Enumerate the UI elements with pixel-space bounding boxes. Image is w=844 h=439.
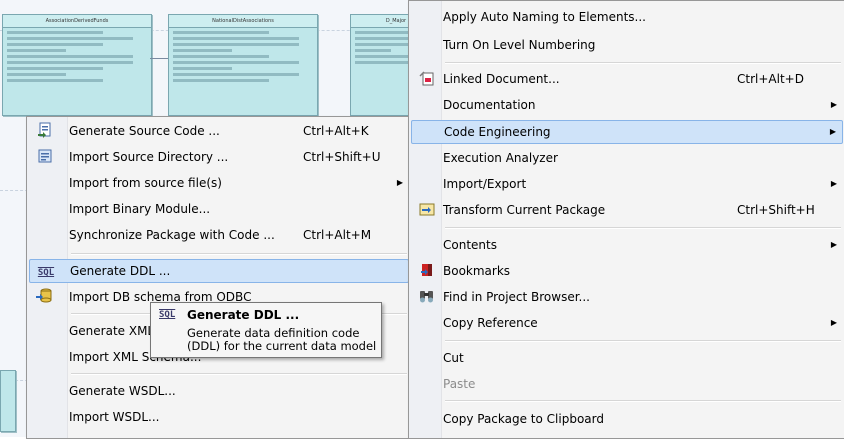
menu-item-label: Documentation	[443, 98, 536, 112]
menu-item-paste: Paste	[411, 372, 843, 396]
submenu-arrow-icon: ▶	[830, 240, 837, 249]
menu-item-label: Import from source file(s)	[69, 176, 222, 190]
menu-item-shortcut: Ctrl+Alt+K	[303, 124, 369, 138]
find-icon	[417, 288, 437, 306]
menu-item-synchronize-package[interactable]: Synchronize Package with Code ... Ctrl+A…	[29, 223, 409, 247]
menu-item-import-from-source-files[interactable]: Import from source file(s) ▶	[29, 171, 409, 195]
submenu-arrow-icon: ▶	[830, 179, 837, 188]
menu-item-documentation[interactable]: Documentation ▶	[411, 93, 843, 117]
menu-item-shortcut: Ctrl+Shift+U	[303, 150, 381, 164]
menu-item-label: Paste	[443, 377, 476, 391]
menu-item-label: Generate DDL ...	[70, 264, 171, 278]
menu-item-contents[interactable]: Contents ▶	[411, 233, 843, 257]
menu-item-label: Execution Analyzer	[443, 151, 558, 165]
generate-code-icon	[35, 122, 55, 140]
menu-item-label: Generate WSDL...	[69, 384, 176, 398]
menu-separator	[445, 62, 841, 64]
tooltip-title: Generate DDL ...	[187, 308, 300, 322]
menu-item-shortcut: Ctrl+Alt+M	[303, 228, 372, 242]
menu-separator	[71, 373, 407, 375]
menu-item-label: Generate XML	[69, 324, 155, 338]
uml-class-title: AssociationDerivedFunds	[3, 15, 151, 28]
tooltip-description: Generate data definition code (DDL) for …	[187, 326, 377, 353]
uml-class[interactable]: AssociationDerivedFunds	[2, 14, 152, 116]
menu-item-shortcut: Ctrl+Shift+H	[737, 203, 815, 217]
menu-item-label: Find in Project Browser...	[443, 290, 590, 304]
menu-item-label: Apply Auto Naming to Elements...	[443, 10, 646, 24]
submenu-arrow-icon: ▶	[829, 127, 836, 136]
menu-item-linked-document[interactable]: Linked Document... Ctrl+Alt+D	[411, 67, 843, 91]
menu-item-copy-reference[interactable]: Copy Reference ▶	[411, 311, 843, 335]
sql-icon: SQL	[37, 268, 55, 278]
menu-item-label: Contents	[443, 238, 497, 252]
menu-item-label: Copy Package to Clipboard	[443, 412, 604, 426]
menu-item-label: Import/Export	[443, 177, 527, 191]
menu-item-label: Generate Source Code ...	[69, 124, 220, 138]
package-context-menu: Apply Auto Naming to Elements... Turn On…	[408, 0, 844, 439]
menu-separator	[445, 340, 841, 342]
menu-item-generate-source-code[interactable]: Generate Source Code ... Ctrl+Alt+K	[29, 119, 409, 143]
uml-class[interactable]: D_Major	[350, 14, 410, 116]
uml-class-title: D_Major	[351, 15, 410, 28]
code-engineering-submenu: Generate Source Code ... Ctrl+Alt+K Impo…	[26, 116, 412, 439]
menu-item-label: Synchronize Package with Code ...	[69, 228, 275, 242]
menu-item-transform-package[interactable]: Transform Current Package Ctrl+Shift+H	[411, 198, 843, 222]
menu-item-code-engineering[interactable]: Code Engineering ▶	[411, 120, 843, 144]
menu-item-bookmarks[interactable]: Bookmarks	[411, 259, 843, 283]
menu-item-label: Transform Current Package	[443, 203, 606, 217]
menu-item-label: Import Binary Module...	[69, 202, 211, 216]
menu-item-apply-auto-naming[interactable]: Apply Auto Naming to Elements...	[411, 5, 843, 29]
menu-separator	[71, 253, 407, 255]
menu-item-label: Bookmarks	[443, 264, 511, 278]
linked-document-icon	[417, 70, 437, 88]
submenu-arrow-icon: ▶	[830, 318, 837, 327]
menu-item-label: Cut	[443, 351, 464, 365]
submenu-arrow-icon: ▶	[396, 178, 403, 187]
diagram-connector	[150, 58, 168, 59]
sql-icon: SQL	[159, 310, 176, 320]
menu-item-shortcut: Ctrl+Alt+D	[737, 72, 804, 86]
menu-separator	[445, 227, 841, 229]
uml-class[interactable]: NationalDistAssociations	[168, 14, 318, 116]
menu-item-label: Turn On Level Numbering	[443, 38, 596, 52]
import-db-icon	[35, 288, 55, 306]
generate-ddl-tooltip: SQL Generate DDL ... Generate data defin…	[150, 302, 382, 358]
submenu-arrow-icon: ▶	[830, 100, 837, 109]
bookmark-icon	[417, 262, 437, 280]
menu-item-generate-wsdl[interactable]: Generate WSDL...	[29, 379, 409, 403]
menu-item-import-wsdl[interactable]: Import WSDL...	[29, 405, 409, 429]
import-directory-icon	[35, 148, 55, 166]
menu-item-import-binary-module[interactable]: Import Binary Module...	[29, 197, 409, 221]
menu-item-copy-package-to-clipboard[interactable]: Copy Package to Clipboard	[411, 407, 843, 431]
menu-separator	[445, 400, 841, 402]
menu-item-level-numbering[interactable]: Turn On Level Numbering	[411, 33, 843, 57]
menu-item-generate-ddl[interactable]: SQL Generate DDL ...	[29, 259, 409, 283]
menu-item-import-source-directory[interactable]: Import Source Directory ... Ctrl+Shift+U	[29, 145, 409, 169]
menu-item-label: Linked Document...	[443, 72, 560, 86]
menu-item-find-in-project-browser[interactable]: Find in Project Browser...	[411, 285, 843, 309]
menu-item-execution-analyzer[interactable]: Execution Analyzer	[411, 146, 843, 170]
menu-item-cut[interactable]: Cut	[411, 346, 843, 370]
menu-item-import-export[interactable]: Import/Export ▶	[411, 172, 843, 196]
menu-item-label: Copy Reference	[443, 316, 538, 330]
menu-item-label: Import WSDL...	[69, 410, 160, 424]
menu-item-label: Code Engineering	[444, 125, 551, 139]
transform-icon	[417, 201, 437, 219]
uml-class-title: NationalDistAssociations	[169, 15, 317, 28]
uml-class[interactable]	[0, 370, 16, 432]
menu-item-label: Import Source Directory ...	[69, 150, 229, 164]
